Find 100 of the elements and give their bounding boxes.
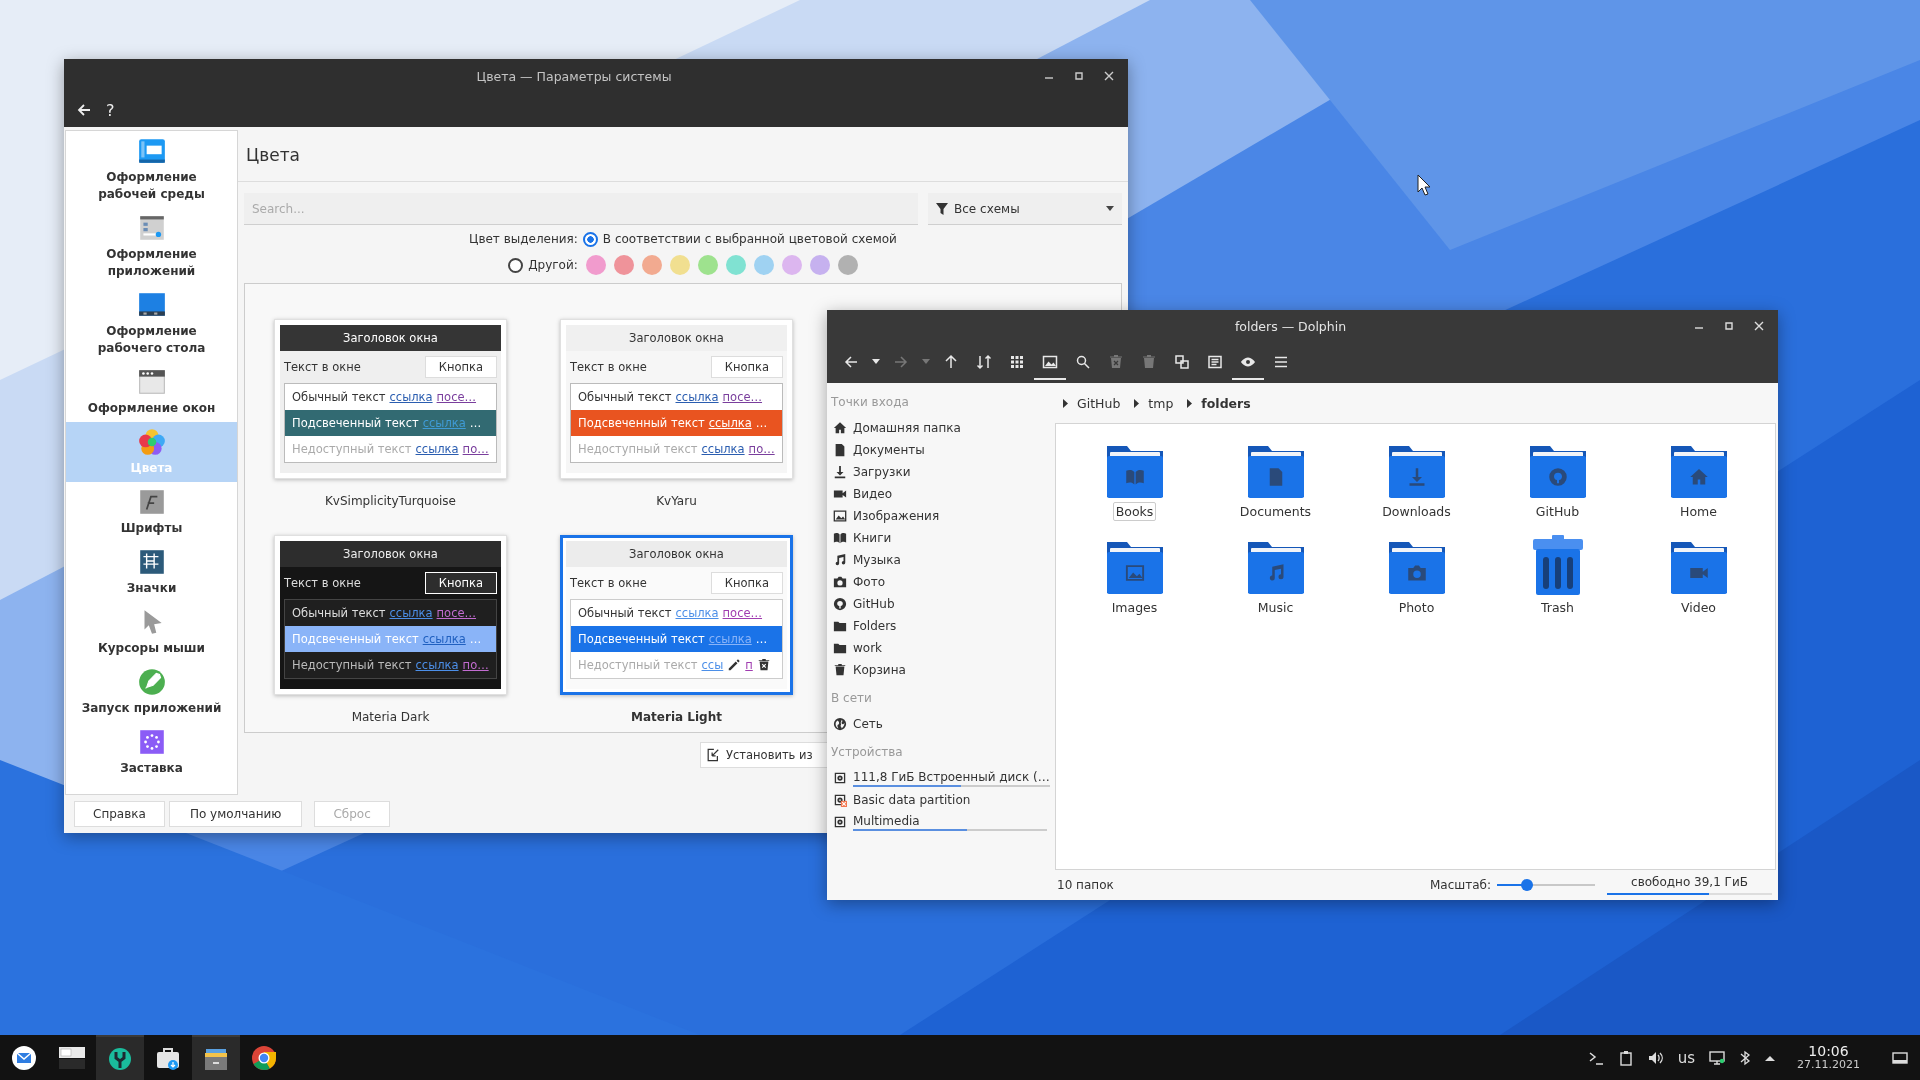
places-item[interactable]: 111,8 ГиБ Встроенный диск (… [831, 767, 1055, 789]
zoom-slider[interactable] [1497, 879, 1595, 891]
places-item[interactable]: Изображения [831, 505, 1055, 527]
free-space-text: свободно 39,1 ГиБ [1631, 875, 1748, 889]
search-field[interactable]: Search... [244, 193, 918, 225]
scheme-name: KvSimplicityTurquoise [325, 493, 456, 510]
color-swatch[interactable] [753, 255, 774, 275]
places-item[interactable]: Музыка [831, 549, 1055, 571]
preview-text: Подсвеченный текст [292, 416, 419, 430]
sidebar-item[interactable]: Курсоры мыши [66, 602, 237, 662]
scheme-name: Materia Light [631, 709, 722, 726]
preview-visited-link: посе… [722, 390, 763, 404]
clipboard-icon[interactable] [1617, 1049, 1634, 1066]
places-item[interactable]: Сеть [831, 713, 1055, 735]
color-swatch[interactable] [837, 255, 858, 275]
places-item[interactable]: Folders [831, 615, 1055, 637]
bluetooth-icon[interactable] [1739, 1049, 1751, 1066]
sidebar-item[interactable]: Запуск приложений [66, 662, 237, 722]
places-item[interactable]: Видео [831, 483, 1055, 505]
color-swatch[interactable] [641, 255, 662, 275]
places-item[interactable]: Корзина [831, 659, 1055, 681]
breadcrumb-item[interactable]: folders [1201, 395, 1251, 411]
places-item[interactable]: Книги [831, 527, 1055, 549]
folder-name[interactable]: Images [1108, 598, 1161, 617]
scheme-preview[interactable]: Заголовок окна Текст в окне Кнопка Обычный текст ссылка посе… Подсвеченный текст ссылка … Недоступный текст ссылка по… [274, 535, 507, 695]
taskbar-button[interactable] [192, 1035, 240, 1080]
slider-thumb[interactable] [1521, 879, 1534, 891]
preview-title-bar: Заголовок окна [280, 325, 501, 351]
radio-label[interactable]: Другой: [528, 258, 578, 272]
scheme-preview[interactable]: Заголовок окна Текст в окне Кнопка Обычный текст ссылка посе… Подсвеченный текст ссылка … Недоступный текст ссылка по… [560, 319, 793, 479]
scheme-preview[interactable]: Заголовок окна Текст в окне Кнопка Обычный текст ссылка посе… Подсвеченный текст ссылка … Недоступный текст ссы п [560, 535, 793, 695]
expand-arrow-icon[interactable] [1765, 1053, 1775, 1062]
places-item[interactable]: Multimedia [831, 811, 1055, 833]
color-swatch[interactable] [697, 255, 718, 275]
color-swatch[interactable] [781, 255, 802, 275]
folder-name[interactable]: Photo [1395, 598, 1438, 617]
breadcrumb-item[interactable]: GitHub [1077, 395, 1121, 411]
mouse-pointer-icon [1417, 174, 1431, 196]
sidebar-item[interactable]: Оформление окон [66, 362, 237, 422]
keyboard-layout[interactable]: us [1677, 1048, 1695, 1067]
preview-text: Недоступный текст [578, 442, 698, 456]
sidebar-item[interactable]: Значки [66, 542, 237, 602]
sidebar-item[interactable]: Оформление приложений [66, 208, 237, 285]
scheme-preview[interactable]: Заголовок окна Текст в окне Кнопка Обычный текст ссылка посе… Подсвеченный текст ссылка … Недоступный текст ссылка по… [274, 319, 507, 479]
radio-button[interactable] [508, 257, 524, 273]
sidebar-item[interactable]: Шрифты [66, 482, 237, 542]
places-item[interactable]: work [831, 637, 1055, 659]
preview-button: Кнопка [424, 572, 497, 594]
footer-button[interactable]: Справка [74, 801, 165, 827]
ellipsis: … [755, 632, 768, 646]
folder-name[interactable]: Documents [1236, 502, 1315, 521]
taskbar-button[interactable] [96, 1035, 144, 1080]
monitor-icon[interactable] [1709, 1049, 1725, 1066]
maximize-icon[interactable] [1074, 71, 1084, 81]
delete-icon[interactable] [756, 658, 771, 672]
image-icon [833, 509, 847, 523]
color-swatch[interactable] [585, 255, 606, 275]
envelope-icon [11, 1044, 37, 1071]
close-icon[interactable] [1104, 71, 1114, 81]
radio-button[interactable] [582, 231, 598, 247]
maximize-icon[interactable] [1724, 321, 1734, 331]
preview-link: ссылка [415, 442, 459, 456]
folder-name[interactable]: Trash [1537, 598, 1577, 617]
folder-name[interactable]: Home [1677, 502, 1720, 521]
help-button[interactable]: ? [106, 100, 115, 120]
radio-label[interactable]: В соответствии с выбранной цветовой схемой [602, 232, 897, 246]
places-item[interactable]: Фото [831, 571, 1055, 593]
folder-name[interactable]: Books [1112, 502, 1157, 521]
folder-name[interactable]: Video [1678, 598, 1719, 617]
folder-name[interactable]: Music [1254, 598, 1297, 617]
color-swatch[interactable] [809, 255, 830, 275]
places-item[interactable]: Документы [831, 439, 1055, 461]
trash-icon [833, 663, 847, 677]
places-item[interactable]: Домашняя папка [831, 417, 1055, 439]
color-swatch[interactable] [669, 255, 690, 275]
footer-button[interactable]: По умолчанию [168, 801, 303, 827]
chevron-icon [1134, 398, 1141, 408]
caret-icon [1106, 205, 1114, 212]
install-button[interactable]: Установить из [700, 742, 827, 768]
folder-name[interactable]: Downloads [1379, 502, 1454, 521]
back-arrow-icon[interactable] [76, 102, 92, 118]
show-desktop-icon[interactable] [1892, 1049, 1908, 1066]
terminal-icon[interactable] [1587, 1049, 1604, 1066]
preview-link: ссылка [675, 390, 719, 404]
preview-text: Недоступный текст [292, 442, 412, 456]
filter-dropdown[interactable]: Все схемы [928, 193, 1122, 225]
sidebar-item[interactable]: Оформление рабочего стола [66, 285, 237, 362]
color-swatch[interactable] [613, 255, 634, 275]
breadcrumb-item[interactable]: tmp [1148, 395, 1174, 411]
places-item[interactable]: Загрузки [831, 461, 1055, 483]
sidebar-item[interactable]: Оформление рабочей среды [66, 131, 237, 208]
places-item[interactable]: Basic data partition [831, 789, 1055, 811]
close-icon[interactable] [1754, 321, 1764, 331]
preview-button: Кнопка [710, 356, 783, 378]
clock[interactable]: 10:06 27.11.2021 [1797, 1043, 1860, 1072]
folder-name[interactable]: GitHub [1532, 502, 1583, 521]
places-item[interactable]: GitHub [831, 593, 1055, 615]
sidebar-item[interactable]: Заставка [66, 722, 237, 782]
color-swatch[interactable] [725, 255, 746, 275]
page-title: Цвета [238, 127, 1128, 182]
